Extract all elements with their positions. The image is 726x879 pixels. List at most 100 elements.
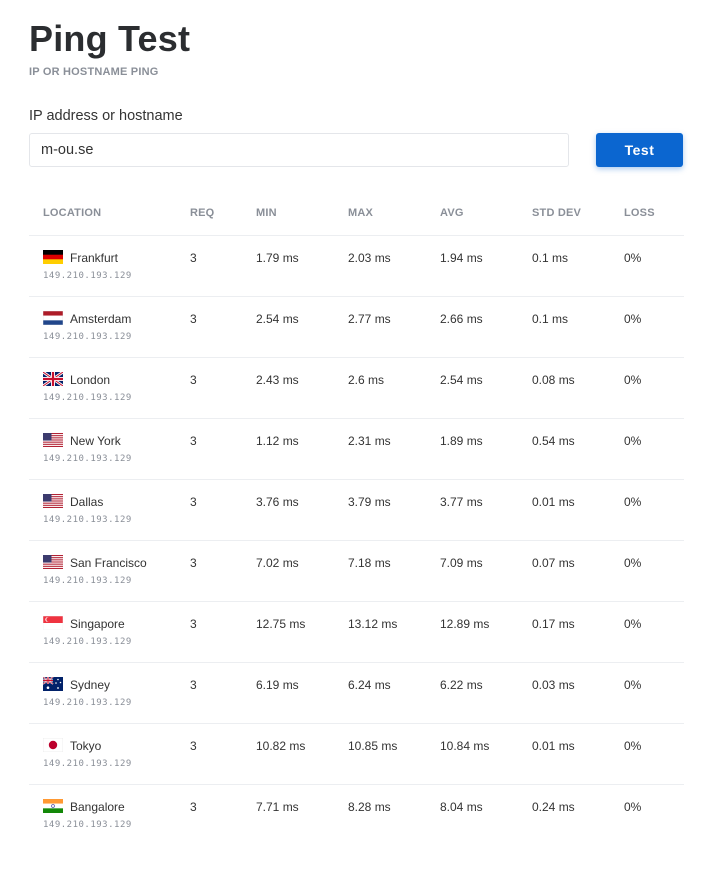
location-cell: London: [43, 372, 111, 387]
avg-value: 2.66 ms: [440, 312, 483, 326]
std-dev-value: 0.01 ms: [532, 495, 575, 509]
avg-value: 6.22 ms: [440, 678, 483, 692]
germany-flag-icon: [43, 250, 63, 264]
std-dev-value: 0.54 ms: [532, 434, 575, 448]
std-dev-value: 0.01 ms: [532, 739, 575, 753]
min-value: 1.79 ms: [256, 251, 299, 265]
std-dev-value: 0.1 ms: [532, 312, 569, 326]
table-row: Dallas 149.210.193.129 3 3.76 ms 3.79 ms 3.77…: [29, 480, 684, 541]
host-field-label: IP address or hostname: [29, 108, 183, 124]
ip-address: 149.210.193.129: [43, 271, 132, 281]
table-row: New York 149.210.193.129 3 1.12 ms 2.31 ms 1.…: [29, 419, 684, 480]
min-value: 2.43 ms: [256, 373, 299, 387]
usa-flag-icon: [43, 433, 63, 447]
uk-flag-icon: [43, 372, 63, 386]
req-value: 3: [190, 373, 197, 387]
loss-value: 0%: [624, 556, 642, 570]
req-value: 3: [190, 617, 197, 631]
loss-value: 0%: [624, 251, 642, 265]
location-cell: Singapore: [43, 616, 125, 631]
max-value: 2.31 ms: [348, 434, 391, 448]
req-value: 3: [190, 495, 197, 509]
avg-value: 10.84 ms: [440, 739, 490, 753]
min-value: 2.54 ms: [256, 312, 299, 326]
std-dev-value: 0.03 ms: [532, 678, 575, 692]
avg-value: 8.04 ms: [440, 800, 483, 814]
table-row: Amsterdam 149.210.193.129 3 2.54 ms 2.77 ms 2…: [29, 297, 684, 358]
ip-address: 149.210.193.129: [43, 332, 132, 342]
header-std-dev: STD DEV: [532, 207, 582, 219]
std-dev-value: 0.1 ms: [532, 251, 569, 265]
location-name: Amsterdam: [70, 312, 132, 326]
loss-value: 0%: [624, 739, 642, 753]
min-value: 10.82 ms: [256, 739, 306, 753]
avg-value: 3.77 ms: [440, 495, 483, 509]
req-value: 3: [190, 434, 197, 448]
avg-value: 2.54 ms: [440, 373, 483, 387]
location-name: Singapore: [70, 617, 125, 631]
ip-address: 149.210.193.129: [43, 698, 132, 708]
min-value: 3.76 ms: [256, 495, 299, 509]
min-value: 6.19 ms: [256, 678, 299, 692]
location-name: Frankfurt: [70, 251, 119, 265]
table-body: Frankfurt 149.210.193.129 3 1.79 ms 2.03 ms 1…: [29, 236, 684, 846]
header-loss: LOSS: [624, 207, 655, 219]
loss-value: 0%: [624, 434, 642, 448]
results-table: LOCATION REQ MIN MAX AVG STD DEV LOSS Fr…: [29, 190, 684, 846]
avg-value: 12.89 ms: [440, 617, 490, 631]
australia-flag-icon: [43, 677, 63, 691]
avg-value: 1.89 ms: [440, 434, 483, 448]
location-cell: Frankfurt: [43, 250, 119, 265]
std-dev-value: 0.07 ms: [532, 556, 575, 570]
ip-address: 149.210.193.129: [43, 759, 132, 769]
location-cell: Tokyo: [43, 738, 101, 753]
location-name: New York: [70, 434, 121, 448]
max-value: 2.03 ms: [348, 251, 391, 265]
max-value: 2.77 ms: [348, 312, 391, 326]
location-name: London: [70, 373, 111, 387]
location-name: San Francisco: [70, 556, 147, 570]
japan-flag-icon: [43, 738, 63, 752]
loss-value: 0%: [624, 495, 642, 509]
table-row: Singapore 149.210.193.129 3 12.75 ms 13.12 m…: [29, 602, 684, 663]
location-cell: Dallas: [43, 494, 104, 509]
req-value: 3: [190, 312, 197, 326]
ip-address: 149.210.193.129: [43, 637, 132, 647]
max-value: 3.79 ms: [348, 495, 391, 509]
usa-flag-icon: [43, 494, 63, 508]
host-input[interactable]: [29, 133, 569, 167]
ip-address: 149.210.193.129: [43, 515, 132, 525]
max-value: 2.6 ms: [348, 373, 385, 387]
req-value: 3: [190, 556, 197, 570]
table-row: Sydney 149.210.193.129 3 6.19 ms 6.24 ms 6.22…: [29, 663, 684, 724]
req-value: 3: [190, 678, 197, 692]
india-flag-icon: [43, 799, 63, 813]
location-name: Dallas: [70, 495, 104, 509]
location-cell: Bangalore: [43, 799, 125, 814]
loss-value: 0%: [624, 678, 642, 692]
table-header: LOCATION REQ MIN MAX AVG STD DEV LOSS: [29, 190, 684, 236]
loss-value: 0%: [624, 312, 642, 326]
table-row: London 149.210.193.129 3 2.43 ms 2.6 ms 2.54 …: [29, 358, 684, 419]
max-value: 6.24 ms: [348, 678, 391, 692]
table-row: Tokyo 149.210.193.129 3 10.82 ms 10.85 ms 10.…: [29, 724, 684, 785]
page-subtitle: IP OR HOSTNAME PING: [29, 66, 159, 78]
avg-value: 7.09 ms: [440, 556, 483, 570]
ip-address: 149.210.193.129: [43, 820, 132, 830]
max-value: 13.12 ms: [348, 617, 398, 631]
ip-address: 149.210.193.129: [43, 393, 132, 403]
loss-value: 0%: [624, 800, 642, 814]
test-button[interactable]: Test: [596, 133, 683, 167]
loss-value: 0%: [624, 373, 642, 387]
max-value: 7.18 ms: [348, 556, 391, 570]
loss-value: 0%: [624, 617, 642, 631]
req-value: 3: [190, 739, 197, 753]
header-min: MIN: [256, 207, 277, 219]
table-row: San Francisco 149.210.193.129 3 7.02 ms 7.18…: [29, 541, 684, 602]
header-location: LOCATION: [43, 207, 102, 219]
min-value: 7.71 ms: [256, 800, 299, 814]
singapore-flag-icon: [43, 616, 63, 630]
location-name: Sydney: [70, 678, 111, 692]
req-value: 3: [190, 800, 197, 814]
req-value: 3: [190, 251, 197, 265]
